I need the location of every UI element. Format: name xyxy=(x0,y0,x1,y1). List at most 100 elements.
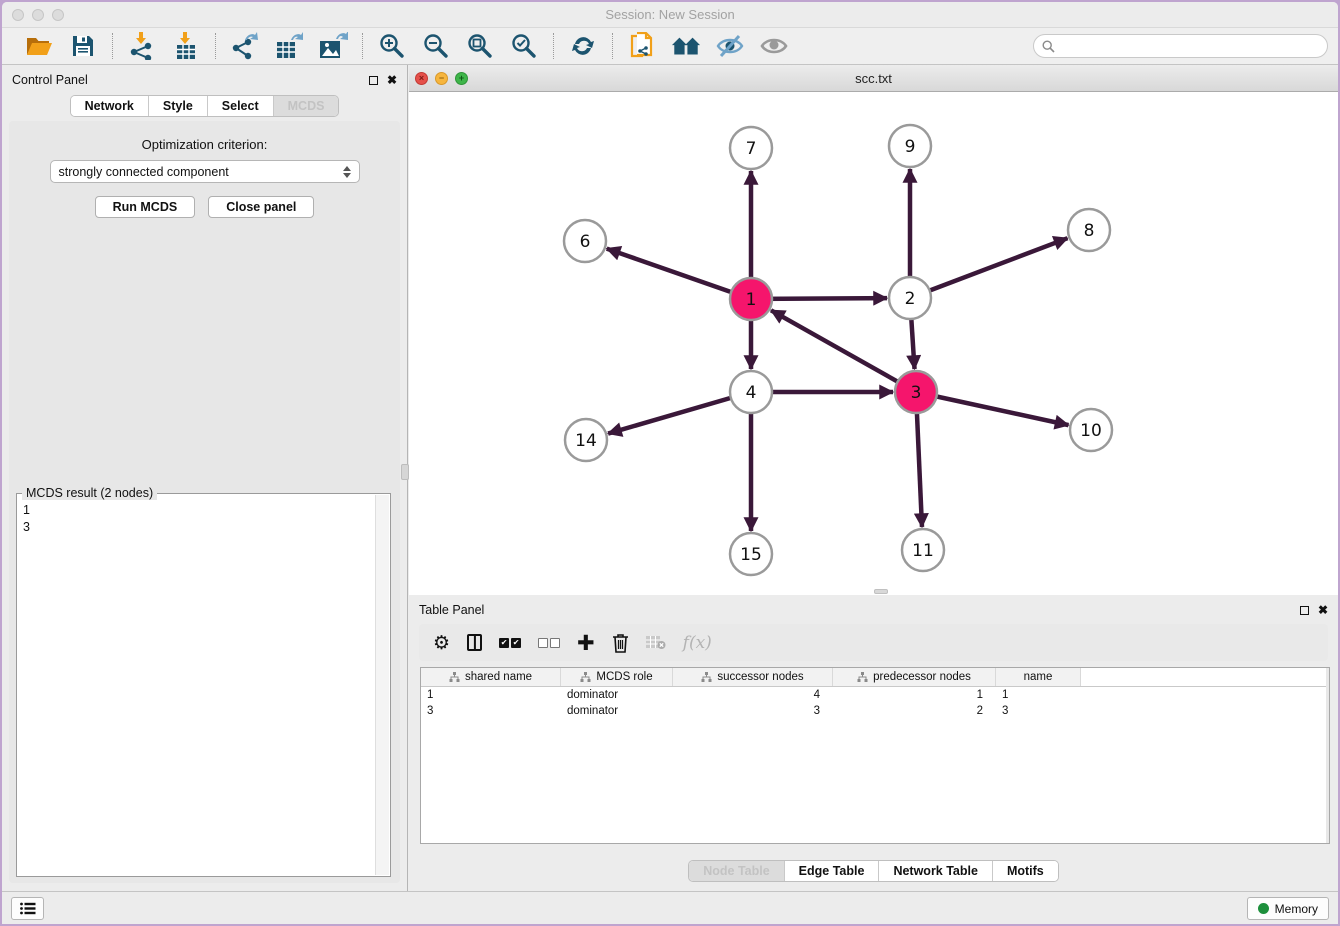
mcds-result-group: MCDS result (2 nodes) 1 3 xyxy=(16,493,391,877)
cell-successor-nodes[interactable]: 3 xyxy=(673,705,833,717)
result-scrollbar[interactable] xyxy=(375,495,389,875)
delete-table-icon[interactable] xyxy=(646,631,666,655)
search-box[interactable] xyxy=(1033,34,1328,58)
unselect-all-columns-icon[interactable] xyxy=(538,631,560,655)
graph-node-10[interactable]: 10 xyxy=(1070,409,1112,451)
tab-select[interactable]: Select xyxy=(208,96,274,116)
show-all-icon[interactable] xyxy=(759,32,789,60)
open-session-icon[interactable] xyxy=(24,32,54,60)
table-settings-gear-icon[interactable]: ⚙ xyxy=(433,631,450,655)
graph-node-6[interactable]: 6 xyxy=(564,220,606,262)
delete-column-icon[interactable] xyxy=(612,631,629,655)
table-panel: Table Panel ✖ ⚙ ✔✔ ✚ f(x) sh xyxy=(409,595,1338,891)
app-window: Session: New Session xyxy=(2,2,1338,924)
cell-predecessor-nodes[interactable]: 1 xyxy=(833,689,996,701)
table-panel-title: Table Panel xyxy=(419,603,484,617)
table-row[interactable]: 1 dominator 4 1 1 xyxy=(421,687,1329,703)
export-image-icon[interactable] xyxy=(318,32,348,60)
network-resize-handle[interactable] xyxy=(874,589,888,594)
import-network-icon[interactable] xyxy=(127,32,157,60)
network-window-titlebar[interactable]: × − + scc.txt xyxy=(409,65,1338,92)
tab-edge-table[interactable]: Edge Table xyxy=(785,861,880,881)
float-panel-icon[interactable] xyxy=(369,76,378,85)
home-icon[interactable] xyxy=(671,32,701,60)
cell-name[interactable]: 3 xyxy=(996,705,1081,717)
column-header-predecessor-nodes[interactable]: predecessor nodes xyxy=(833,668,996,686)
clone-network-icon[interactable] xyxy=(627,32,657,60)
float-table-panel-icon[interactable] xyxy=(1300,606,1309,615)
tab-style[interactable]: Style xyxy=(149,96,208,116)
column-header-successor-nodes[interactable]: successor nodes xyxy=(673,668,833,686)
tab-mcds[interactable]: MCDS xyxy=(274,96,339,116)
table-header-row: shared name MCDS role successor nodes pr… xyxy=(421,668,1329,687)
network-canvas[interactable]: 1 2 3 4 6 7 8 9 10 11 14 15 xyxy=(409,92,1338,595)
select-stepper-icon xyxy=(343,166,351,178)
table-scrollbar[interactable] xyxy=(1326,668,1329,843)
column-header-name[interactable]: name xyxy=(996,668,1081,686)
graph-node-8[interactable]: 8 xyxy=(1068,209,1110,251)
column-header-shared-name[interactable]: shared name xyxy=(421,668,561,686)
zoom-in-icon[interactable] xyxy=(377,32,407,60)
cell-successor-nodes[interactable]: 4 xyxy=(673,689,833,701)
close-panel-icon[interactable]: ✖ xyxy=(387,74,397,86)
function-builder-icon[interactable]: f(x) xyxy=(683,631,712,655)
criterion-select[interactable]: strongly connected component xyxy=(50,160,360,183)
create-column-icon[interactable]: ✚ xyxy=(577,631,595,655)
select-all-columns-icon[interactable]: ✔✔ xyxy=(499,631,521,655)
run-mcds-button[interactable]: Run MCDS xyxy=(95,196,196,218)
panel-divider-handle[interactable] xyxy=(401,464,409,480)
column-header-mcds-role[interactable]: MCDS role xyxy=(561,668,673,686)
tab-node-table[interactable]: Node Table xyxy=(689,861,784,881)
export-network-icon[interactable] xyxy=(230,32,260,60)
control-panel-tabs: Network Style Select MCDS xyxy=(2,95,407,117)
show-columns-icon[interactable] xyxy=(467,631,482,655)
table-row[interactable]: 3 dominator 3 2 3 xyxy=(421,703,1329,719)
graph-node-3[interactable]: 3 xyxy=(895,371,937,413)
graph-node-7[interactable]: 7 xyxy=(730,127,772,169)
cell-name[interactable]: 1 xyxy=(996,689,1081,701)
graph-edge-3-10[interactable] xyxy=(916,392,1069,425)
hide-selected-icon[interactable] xyxy=(715,32,745,60)
graph-node-14[interactable]: 14 xyxy=(565,419,607,461)
graph-edge-3-1[interactable] xyxy=(771,310,916,392)
export-table-icon[interactable] xyxy=(274,32,304,60)
graph-node-15[interactable]: 15 xyxy=(730,533,772,575)
mcds-result-title: MCDS result (2 nodes) xyxy=(22,486,157,500)
main-toolbar xyxy=(2,28,1338,65)
graph-node-4[interactable]: 4 xyxy=(730,371,772,413)
refresh-icon[interactable] xyxy=(568,32,598,60)
graph-edge-2-8[interactable] xyxy=(910,238,1067,298)
close-panel-button[interactable]: Close panel xyxy=(208,196,314,218)
graph-edge-4-14[interactable] xyxy=(608,392,751,434)
task-history-button[interactable] xyxy=(11,897,44,920)
cell-mcds-role[interactable]: dominator xyxy=(561,689,673,701)
zoom-fit-icon[interactable] xyxy=(465,32,495,60)
cell-predecessor-nodes[interactable]: 2 xyxy=(833,705,996,717)
network-view-window: × − + scc.txt 1 2 3 4 6 7 8 9 10 11 14 15 xyxy=(409,65,1338,595)
control-panel: Control Panel ✖ Network Style Select MCD… xyxy=(2,65,408,891)
memory-button[interactable]: Memory xyxy=(1247,897,1329,920)
zoom-selected-icon[interactable] xyxy=(509,32,539,60)
close-table-panel-icon[interactable]: ✖ xyxy=(1318,604,1328,616)
search-input[interactable] xyxy=(1060,39,1319,53)
cell-shared-name[interactable]: 3 xyxy=(421,705,561,717)
tab-motifs[interactable]: Motifs xyxy=(993,861,1058,881)
cell-mcds-role[interactable]: dominator xyxy=(561,705,673,717)
mcds-result-line: 3 xyxy=(23,519,374,536)
graph-node-1[interactable]: 1 xyxy=(730,278,772,320)
tab-network-table[interactable]: Network Table xyxy=(879,861,993,881)
network-graph[interactable]: 1 2 3 4 6 7 8 9 10 11 14 15 xyxy=(409,92,1338,595)
column-type-icon xyxy=(449,672,460,683)
graph-edge-1-6[interactable] xyxy=(607,249,751,299)
svg-text:1: 1 xyxy=(746,290,757,310)
zoom-out-icon[interactable] xyxy=(421,32,451,60)
control-panel-title: Control Panel xyxy=(12,73,88,87)
import-table-icon[interactable] xyxy=(171,32,201,60)
save-session-icon[interactable] xyxy=(68,32,98,60)
tab-network[interactable]: Network xyxy=(71,96,149,116)
graph-node-9[interactable]: 9 xyxy=(889,125,931,167)
svg-text:7: 7 xyxy=(746,139,757,159)
cell-shared-name[interactable]: 1 xyxy=(421,689,561,701)
graph-node-2[interactable]: 2 xyxy=(889,277,931,319)
graph-node-11[interactable]: 11 xyxy=(902,529,944,571)
